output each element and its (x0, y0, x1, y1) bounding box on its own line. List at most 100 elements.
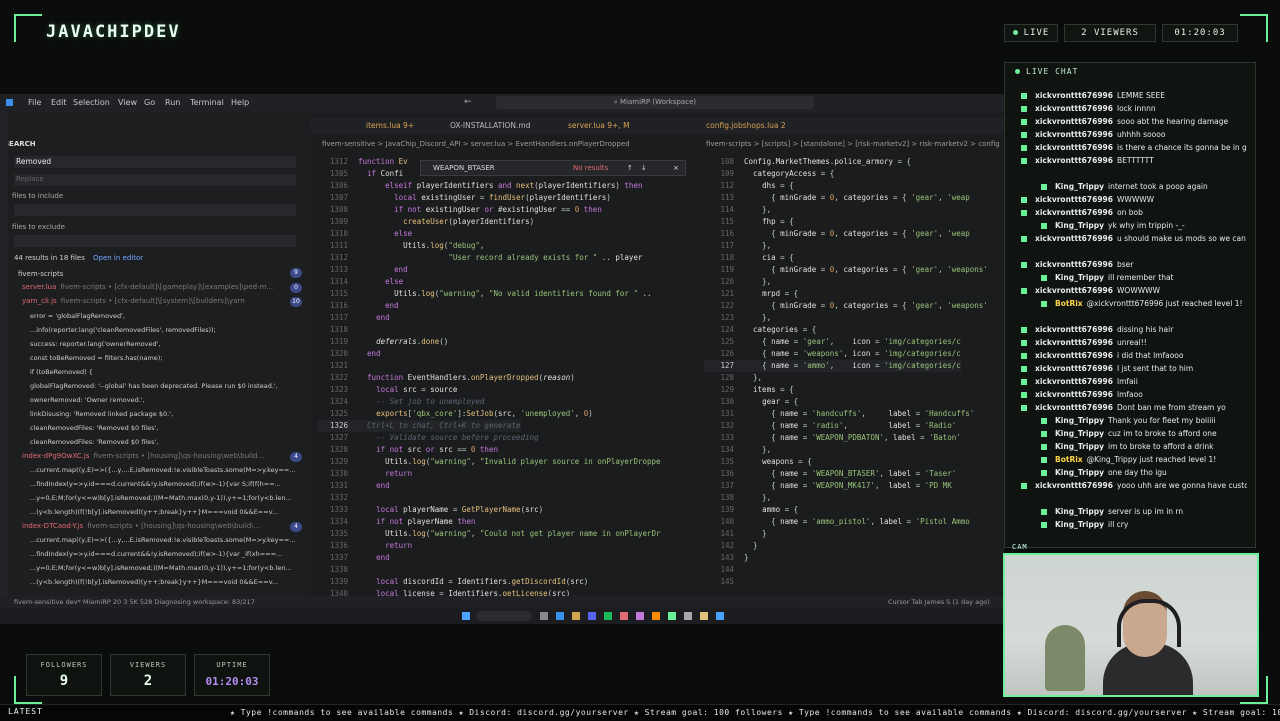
taskbar-app-icon[interactable] (716, 612, 724, 620)
taskbar-app-icon[interactable] (668, 612, 676, 620)
windows-start-icon[interactable] (462, 612, 470, 620)
chat-username[interactable]: King_Trippy (1055, 416, 1104, 425)
chat-username[interactable]: BotRix (1055, 455, 1083, 464)
chat-username[interactable]: xickvronttt676996 (1035, 390, 1113, 399)
chat-username[interactable]: xickvronttt676996 (1035, 156, 1113, 165)
close-icon[interactable]: × (673, 161, 679, 175)
chat-message: xickvronttt676996 bser (1021, 260, 1247, 270)
chat-username[interactable]: xickvronttt676996 (1035, 325, 1113, 334)
chat-text: on bob (1117, 208, 1143, 217)
chat-username[interactable]: xickvronttt676996 (1035, 234, 1113, 243)
menu-selection[interactable]: Selection (73, 98, 110, 107)
replace-input[interactable]: Replace (14, 174, 296, 186)
chat-username[interactable]: xickvronttt676996 (1035, 117, 1113, 126)
result-file[interactable]: server.lua fivem-scripts • [cfx-default]\… (22, 283, 273, 291)
taskbar-app-icon[interactable] (572, 612, 580, 620)
code-pane-right[interactable]: 108 Config.MarketThemes.police_armory = {… (704, 156, 1004, 602)
taskbar-app-icon[interactable] (636, 612, 644, 620)
tab-items-lua[interactable]: items.lua 9+ (366, 121, 414, 130)
chat-username[interactable]: xickvronttt676996 (1035, 208, 1113, 217)
result-line[interactable]: ...findIndex(y=>y.id===d.current&&!y.isR… (30, 550, 282, 558)
chat-username[interactable]: King_Trippy (1055, 442, 1104, 451)
status-right[interactable]: Cursor Tab James S (1 day ago) (888, 598, 990, 606)
find-next-icon[interactable]: ↑ (627, 161, 633, 175)
taskbar-app-icon[interactable] (652, 612, 660, 620)
chat-text: ill cry (1108, 520, 1129, 529)
taskbar-app-icon[interactable] (540, 612, 548, 620)
chat-username[interactable]: xickvronttt676996 (1035, 104, 1113, 113)
result-line[interactable]: cleanRemovedFiles: 'Removed $0 files', (30, 438, 158, 446)
result-line[interactable]: globalFlagRemoved: '--global' has been d… (30, 382, 278, 390)
breadcrumb-left[interactable]: fivem-sensitive > JavaChip_Discord_API >… (322, 140, 630, 148)
chat-username[interactable]: xickvronttt676996 (1035, 403, 1113, 412)
taskbar-app-icon[interactable] (588, 612, 596, 620)
menu-view[interactable]: View (118, 98, 137, 107)
chat-username[interactable]: xickvronttt676996 (1035, 351, 1113, 360)
result-line[interactable]: ...y=0,E;M;for(y<=w)b[y].isRemoved;)(M=M… (30, 494, 292, 502)
back-arrow-icon[interactable]: ← (464, 97, 472, 107)
breadcrumb-right[interactable]: fivem-scripts > [scripts] > [standalone]… (706, 140, 1000, 148)
result-line[interactable]: ownerRemoved: 'Owner removed.', (30, 396, 145, 404)
taskbar-app-icon[interactable] (684, 612, 692, 620)
open-in-editor-link[interactable]: Open in editor (93, 254, 143, 262)
chat-username[interactable]: xickvronttt676996 (1035, 195, 1113, 204)
files-include-input[interactable] (14, 204, 296, 216)
menu-run[interactable]: Run (165, 98, 180, 107)
result-line[interactable]: linkDisusing: 'Removed linked package $0… (30, 410, 173, 418)
result-line[interactable]: cleanRemovedFiles: 'Removed $0 files', (30, 424, 158, 432)
chat-username[interactable]: King_Trippy (1055, 221, 1104, 230)
taskbar-search-field[interactable] (476, 611, 532, 621)
chat-username[interactable]: xickvronttt676996 (1035, 338, 1113, 347)
chat-username[interactable]: King_Trippy (1055, 182, 1104, 191)
chat-message: xickvronttt676996 dissing his hair (1021, 325, 1247, 335)
chat-username[interactable]: King_Trippy (1055, 507, 1104, 516)
menu-go[interactable]: Go (144, 98, 155, 107)
result-line[interactable]: ...current.map((y,E)=>({...y,...E,isRemo… (30, 536, 296, 544)
taskbar-app-icon[interactable] (700, 612, 708, 620)
result-line[interactable]: ...y=0,E;M;for(y<=w)b[y].isRemoved;)(M=M… (30, 564, 292, 572)
result-line[interactable]: success: reporter.lang('ownerRemoved', (30, 340, 160, 348)
files-exclude-input[interactable] (14, 235, 296, 247)
chat-username[interactable]: King_Trippy (1055, 429, 1104, 438)
result-file[interactable]: index-dPg9OwXC.js fivem-scripts • [housin… (22, 452, 264, 460)
chat-username[interactable]: xickvronttt676996 (1035, 286, 1113, 295)
result-line[interactable]: error = 'globalFlagRemoved', (30, 312, 125, 320)
code-pane-left[interactable]: 1312 function Ev 1305 if Confi 1306 elsei… (318, 156, 702, 602)
result-line[interactable]: ...(y<b.length)(f(!b[y].isRemoved)(y++;b… (30, 578, 278, 586)
search-query-input[interactable]: Removed (14, 156, 296, 168)
chat-username[interactable]: xickvronttt676996 (1035, 377, 1113, 386)
result-line[interactable]: ...(y<b.length)(f(!b[y].isRemoved)(y++;b… (30, 508, 278, 516)
find-input[interactable]: WEAPON_BTASER (433, 161, 495, 175)
taskbar-app-icon[interactable] (604, 612, 612, 620)
find-prev-icon[interactable]: ↓ (641, 161, 647, 175)
result-file[interactable]: yarn_cli.js fivem-scripts • [cfx-default]… (22, 297, 245, 305)
chat-username[interactable]: King_Trippy (1055, 520, 1104, 529)
result-line[interactable]: const toBeRemoved = filters.has(name); (30, 354, 163, 362)
chat-username[interactable]: xickvronttt676996 (1035, 481, 1113, 490)
chat-username[interactable]: King_Trippy (1055, 273, 1104, 282)
taskbar-app-icon[interactable] (620, 612, 628, 620)
status-left[interactable]: fivem-sensitive dev* MiamiRP 20 3 5K 528… (14, 598, 255, 606)
chat-username[interactable]: xickvronttt676996 (1035, 364, 1113, 373)
tab-ox-installation[interactable]: OX-INSTALLATION.md (450, 121, 530, 130)
menu-edit[interactable]: Edit (51, 98, 67, 107)
result-line[interactable]: if (toBeRemoved) { (30, 368, 93, 376)
menu-file[interactable]: File (28, 98, 41, 107)
chat-username[interactable]: xickvronttt676996 (1035, 260, 1113, 269)
tab-server-lua[interactable]: server.lua 9+, M (568, 121, 630, 130)
result-line[interactable]: ...current.map((y,E)=>({...y,...E,isRemo… (30, 466, 296, 474)
chat-username[interactable]: BotRix (1055, 299, 1083, 308)
result-line[interactable]: ...info(reporter.lang('cleanRemovedFiles… (30, 326, 216, 334)
command-center-search[interactable]: ⌕ MiamiRP (Workspace) (496, 96, 814, 109)
menu-help[interactable]: Help (231, 98, 249, 107)
chat-username[interactable]: xickvronttt676996 (1035, 130, 1113, 139)
taskbar-app-icon[interactable] (556, 612, 564, 620)
result-line[interactable]: ...findIndex(y=>y.id===d.current&&!y.isR… (30, 480, 281, 488)
find-widget[interactable]: WEAPON_BTASER No results ↑ ↓ × (420, 160, 686, 176)
chat-username[interactable]: King_Trippy (1055, 468, 1104, 477)
menu-terminal[interactable]: Terminal (190, 98, 224, 107)
chat-username[interactable]: xickvronttt676996 (1035, 143, 1113, 152)
chat-username[interactable]: xickvronttt676996 (1035, 91, 1113, 100)
tab-config-jobshops[interactable]: config.jobshops.lua 2 (706, 121, 786, 130)
result-file[interactable]: index-DTCaod-Y.js fivem-scripts • [housin… (22, 522, 260, 530)
